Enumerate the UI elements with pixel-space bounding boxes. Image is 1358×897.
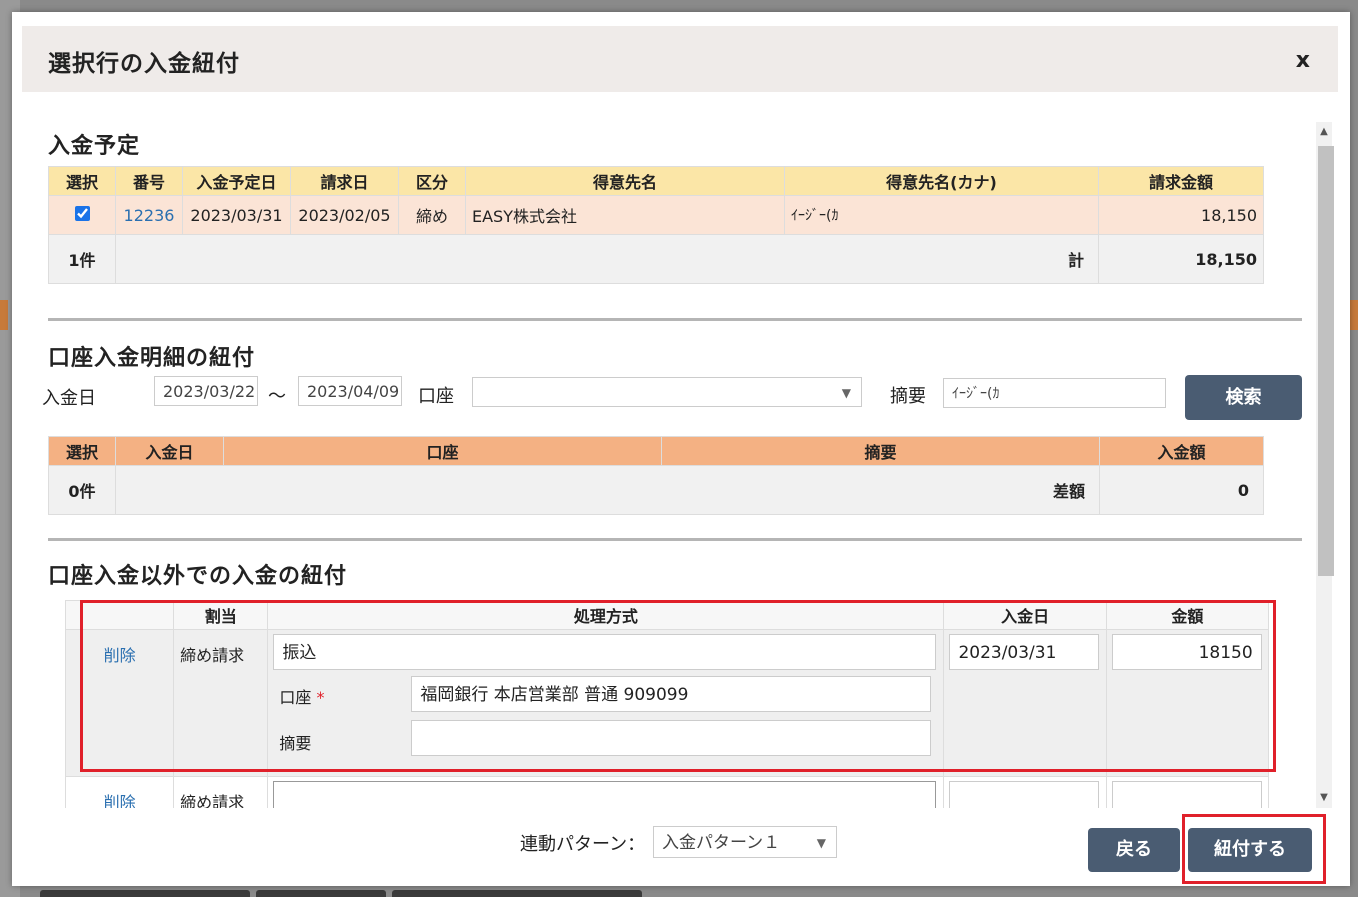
- customer-name: EASY株式会社: [465, 195, 785, 235]
- table-row: 削除 締め請求: [64, 776, 1270, 808]
- row-select-checkbox[interactable]: [74, 205, 90, 221]
- highlight-box: [1182, 814, 1326, 884]
- date-separator: ～: [268, 386, 286, 407]
- chevron-down-icon: ▼: [841, 386, 851, 400]
- method-input[interactable]: [273, 781, 937, 808]
- memo-input[interactable]: ｲｰｼﾞｰ(ｶ: [943, 378, 1166, 408]
- vertical-scrollbar[interactable]: ▲ ▼: [1316, 122, 1334, 808]
- row-count: 1件: [48, 234, 116, 284]
- link-payment-dialog: 選択行の入金紐付 x 入金予定 選択 番号 入金予定日 請求日 区分 得意先名 …: [12, 12, 1350, 886]
- section-title-other-payment: 口座入金以外での入金の紐付: [48, 564, 348, 589]
- scheduled-payments-table: 選択 番号 入金予定日 請求日 区分 得意先名 得意先名(カナ) 請求金額 12…: [48, 166, 1264, 284]
- invoice-amount: 18,150: [1098, 195, 1264, 235]
- account-label: 口座: [418, 386, 454, 407]
- col-header: 口座: [223, 436, 662, 466]
- background-button: [40, 890, 250, 897]
- delete-cell: 削除: [64, 776, 175, 808]
- scrollbar-thumb[interactable]: [1318, 146, 1334, 576]
- col-header: 区分: [398, 166, 466, 196]
- col-header: 入金予定日: [182, 166, 291, 196]
- dialog-title: 選択行の入金紐付: [48, 51, 240, 77]
- highlight-box: [80, 600, 1276, 772]
- col-header: 番号: [115, 166, 183, 196]
- dialog-header: 選択行の入金紐付 x: [22, 26, 1338, 92]
- chevron-down-icon: ▼: [816, 836, 826, 850]
- background-button: [256, 890, 386, 897]
- background-accent-left: [0, 300, 8, 330]
- col-header: 選択: [48, 436, 116, 466]
- amount-input[interactable]: [1111, 781, 1262, 808]
- background-accent-right: [1350, 300, 1358, 330]
- close-button[interactable]: x: [1296, 48, 1310, 73]
- dialog-scroll-area: 入金予定 選択 番号 入金予定日 請求日 区分 得意先名 得意先名(カナ) 請求…: [12, 116, 1312, 808]
- background-button: [392, 890, 642, 897]
- search-button[interactable]: 検索: [1185, 375, 1302, 420]
- scroll-down-icon[interactable]: ▼: [1316, 788, 1332, 808]
- row-count: 0件: [48, 465, 116, 515]
- category: 締め: [398, 195, 466, 235]
- col-header: 得意先名: [465, 166, 785, 196]
- table-row: 12236 2023/03/31 2023/02/05 締め EASY株式会社 …: [48, 195, 1264, 235]
- method-cell: [267, 776, 945, 808]
- scroll-up-icon[interactable]: ▲: [1316, 122, 1332, 142]
- col-header: 摘要: [661, 436, 1100, 466]
- back-button[interactable]: 戻る: [1088, 828, 1180, 872]
- diff-label: 差額: [115, 465, 1100, 515]
- due-date: 2023/03/31: [182, 195, 291, 235]
- col-header: 入金額: [1099, 436, 1264, 466]
- payment-date-input[interactable]: [949, 781, 1100, 808]
- invoice-date: 2023/02/05: [290, 195, 399, 235]
- allocation: 締め請求: [173, 776, 269, 808]
- date-from-input[interactable]: 2023/03/22: [154, 376, 258, 406]
- total-label: 計: [115, 234, 1099, 284]
- amount-cell: [1105, 776, 1270, 808]
- total-amount: 18,150: [1098, 234, 1264, 284]
- date-cell: [943, 776, 1107, 808]
- col-header: 得意先名(カナ): [784, 166, 1099, 196]
- col-header: 請求日: [290, 166, 399, 196]
- select-cell: [48, 195, 116, 235]
- col-header: 入金日: [115, 436, 224, 466]
- pattern-label: 連動パターン：: [520, 834, 646, 855]
- section-title-scheduled: 入金予定: [48, 134, 141, 159]
- col-header: 選択: [48, 166, 116, 196]
- memo-label: 摘要: [890, 386, 926, 407]
- section-title-bank-details: 口座入金明細の紐付: [48, 346, 256, 371]
- section-divider: [48, 538, 1302, 541]
- date-to-input[interactable]: 2023/04/09: [298, 376, 402, 406]
- delete-link[interactable]: 削除: [104, 793, 136, 808]
- account-select[interactable]: ▼: [472, 377, 862, 407]
- summary-row: 1件 計 18,150: [48, 234, 1264, 284]
- col-header: 請求金額: [1098, 166, 1264, 196]
- diff-amount: 0: [1099, 465, 1264, 515]
- pattern-select[interactable]: 入金パターン１ ▼: [653, 826, 837, 858]
- pattern-select-value: 入金パターン１: [662, 833, 781, 853]
- customer-name-kana: ｲｰｼﾞｰ(ｶ: [784, 195, 1099, 235]
- bank-details-table: 選択 入金日 口座 摘要 入金額 0件 差額 0: [48, 436, 1264, 515]
- summary-row: 0件 差額 0: [48, 465, 1264, 515]
- payment-date-label: 入金日: [42, 388, 96, 409]
- section-divider: [48, 318, 1302, 321]
- invoice-number-link[interactable]: 12236: [115, 195, 183, 235]
